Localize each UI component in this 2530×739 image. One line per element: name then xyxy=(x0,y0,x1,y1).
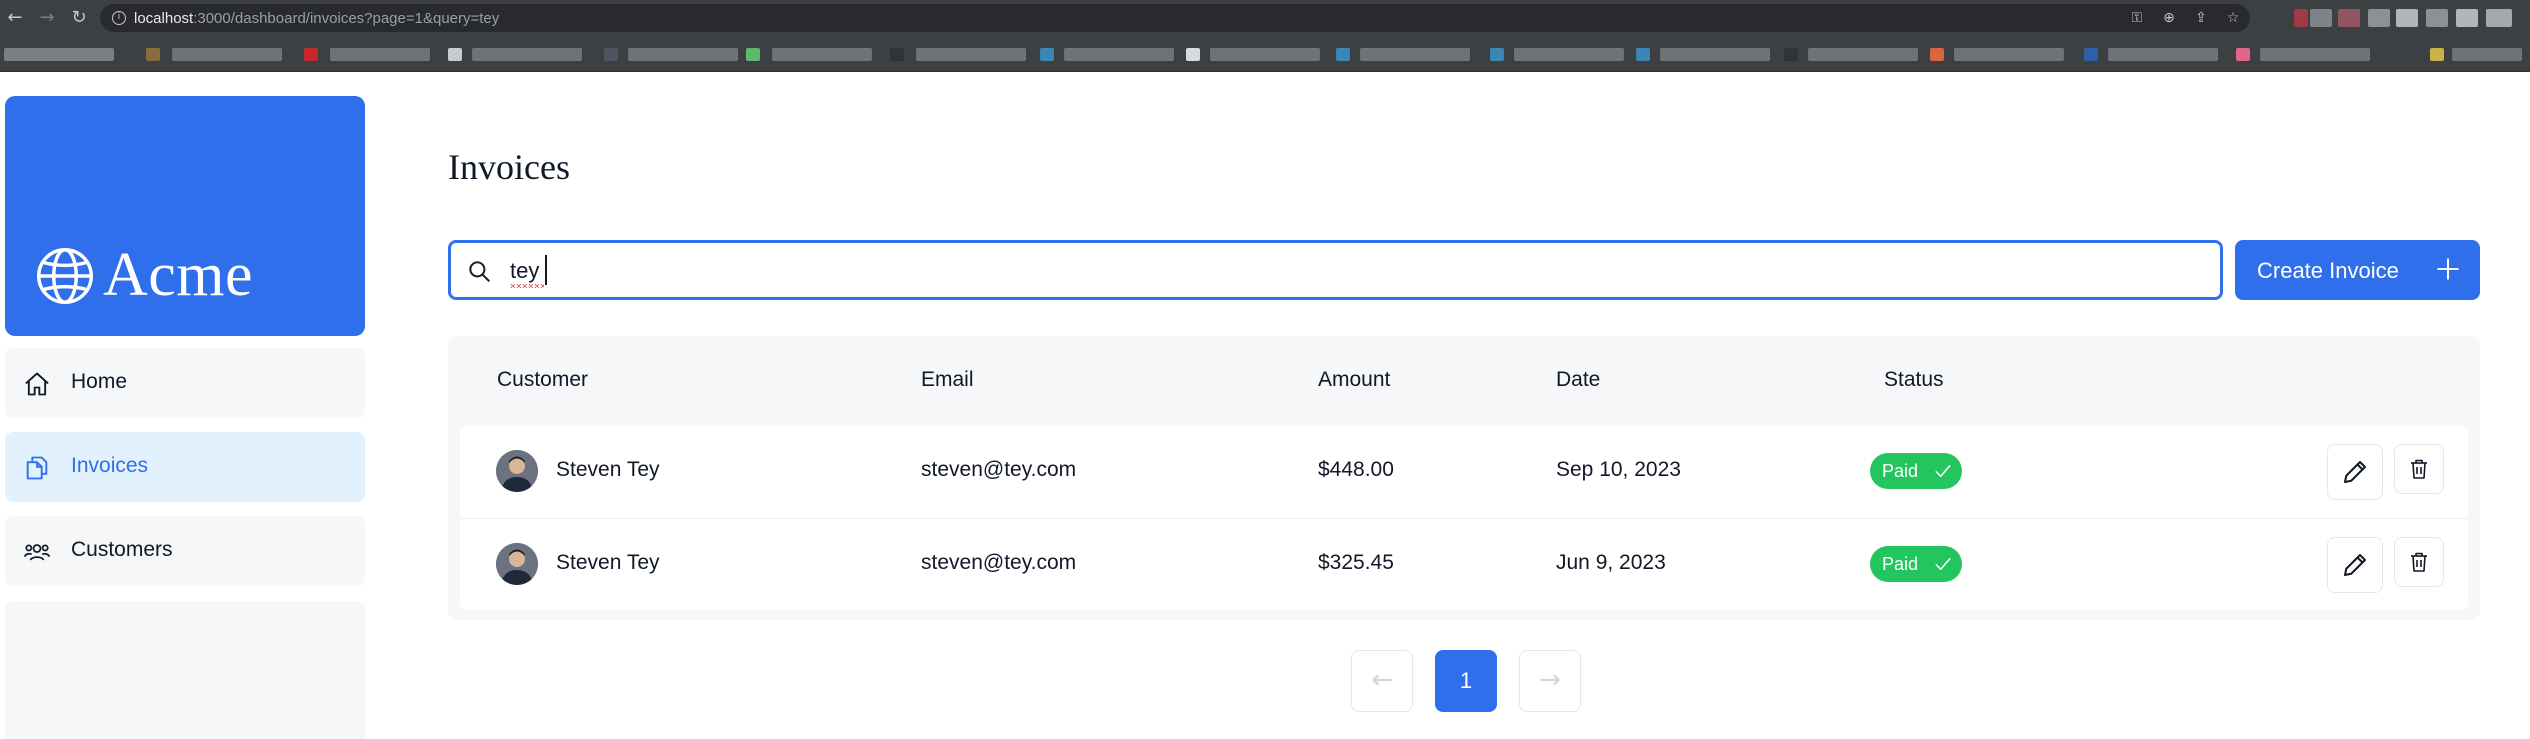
sidebar-item-customers[interactable]: Customers xyxy=(5,516,365,586)
check-icon xyxy=(1935,465,1951,477)
column-header-email: Email xyxy=(921,368,974,391)
pagination: ← 1 → xyxy=(448,650,2480,712)
address-bar[interactable]: i localhost:3000/dashboard/invoices?page… xyxy=(100,4,2250,32)
search-input[interactable]: tey xyxy=(510,258,539,284)
column-header-status: Status xyxy=(1884,368,1944,391)
key-icon[interactable]: ⚿ xyxy=(2128,9,2146,27)
status-badge: Paid xyxy=(1870,546,1962,582)
invoice-date: Sep 10, 2023 xyxy=(1556,458,1681,481)
url-text[interactable]: localhost:3000/dashboard/invoices?page=1… xyxy=(134,10,499,27)
search-icon xyxy=(469,261,490,282)
sidebar-item-label: Invoices xyxy=(71,454,149,477)
extensions-area xyxy=(2290,9,2520,27)
status-badge: Paid xyxy=(1870,453,1962,489)
home-icon xyxy=(25,372,49,396)
column-header-amount: Amount xyxy=(1318,368,1391,391)
edit-invoice-button[interactable] xyxy=(2327,537,2383,593)
search-field[interactable]: tey xyxy=(448,240,2223,300)
zoom-icon[interactable]: ⊕ xyxy=(2160,9,2178,27)
back-icon[interactable]: ← xyxy=(4,7,26,29)
invoice-amount: $448.00 xyxy=(1318,458,1394,481)
table-row: Steven Tey steven@tey.com $448.00 Sep 10… xyxy=(460,426,2468,518)
create-invoice-button[interactable]: Create Invoice xyxy=(2235,240,2480,300)
sidebar-item-invoices[interactable]: Invoices xyxy=(5,432,365,502)
column-header-date: Date xyxy=(1556,368,1601,391)
avatar xyxy=(496,450,538,492)
column-header-customer: Customer xyxy=(497,368,589,391)
table-row: Steven Tey steven@tey.com $325.45 Jun 9,… xyxy=(460,518,2468,610)
user-group-icon xyxy=(23,544,51,561)
document-duplicate-icon xyxy=(26,456,48,480)
customer-email: steven@tey.com xyxy=(921,551,1077,574)
trash-icon xyxy=(2411,552,2427,572)
edit-invoice-button[interactable] xyxy=(2327,444,2383,500)
sidebar-spacer xyxy=(5,601,365,739)
invoices-table: Customer Email Amount Date Status Steven… xyxy=(448,336,2480,620)
site-info-icon[interactable]: i xyxy=(112,11,126,25)
customer-email: steven@tey.com xyxy=(921,458,1077,481)
sidebar-item-label: Customers xyxy=(71,538,173,561)
avatar xyxy=(496,543,538,585)
bookmark-star-icon[interactable]: ☆ xyxy=(2224,9,2242,27)
spellcheck-underline xyxy=(510,284,544,288)
create-invoice-label: Create Invoice xyxy=(2257,258,2399,283)
delete-invoice-button[interactable] xyxy=(2394,537,2444,587)
reload-icon[interactable]: ↻ xyxy=(68,7,90,29)
sidebar: Acme Home Invoices Customers xyxy=(0,72,370,739)
share-icon[interactable]: ⇪ xyxy=(2192,9,2210,27)
delete-invoice-button[interactable] xyxy=(2394,444,2444,494)
check-icon xyxy=(1935,558,1951,570)
invoice-date: Jun 9, 2023 xyxy=(1556,551,1666,574)
invoice-amount: $325.45 xyxy=(1318,551,1394,574)
bookmarks-bar xyxy=(0,37,2530,72)
logo-text: Acme xyxy=(103,241,254,309)
page-title: Invoices xyxy=(448,147,570,187)
globe-icon xyxy=(37,248,93,304)
forward-icon[interactable]: → xyxy=(36,7,58,29)
pencil-icon xyxy=(2344,554,2366,576)
plus-icon xyxy=(2437,258,2459,280)
text-caret xyxy=(545,255,547,285)
trash-icon xyxy=(2411,459,2427,479)
browser-toolbar: ← → ↻ i localhost:3000/dashboard/invoice… xyxy=(0,0,2530,37)
status-text: Paid xyxy=(1882,461,1919,481)
customer-name: Steven Tey xyxy=(556,551,660,574)
next-page-button[interactable]: → xyxy=(1519,650,1581,712)
customer-name: Steven Tey xyxy=(556,458,660,481)
pencil-icon xyxy=(2344,461,2366,483)
previous-page-button[interactable]: ← xyxy=(1351,650,1413,712)
status-text: Paid xyxy=(1882,554,1919,574)
page-number-button[interactable]: 1 xyxy=(1435,650,1497,712)
logo-link[interactable]: Acme xyxy=(5,96,365,336)
sidebar-item-home[interactable]: Home xyxy=(5,348,365,418)
table-body: Steven Tey steven@tey.com $448.00 Sep 10… xyxy=(460,426,2468,610)
sidebar-item-label: Home xyxy=(71,370,128,393)
main-content: Invoices tey Create Invoice Customer Ema… xyxy=(448,72,2480,739)
